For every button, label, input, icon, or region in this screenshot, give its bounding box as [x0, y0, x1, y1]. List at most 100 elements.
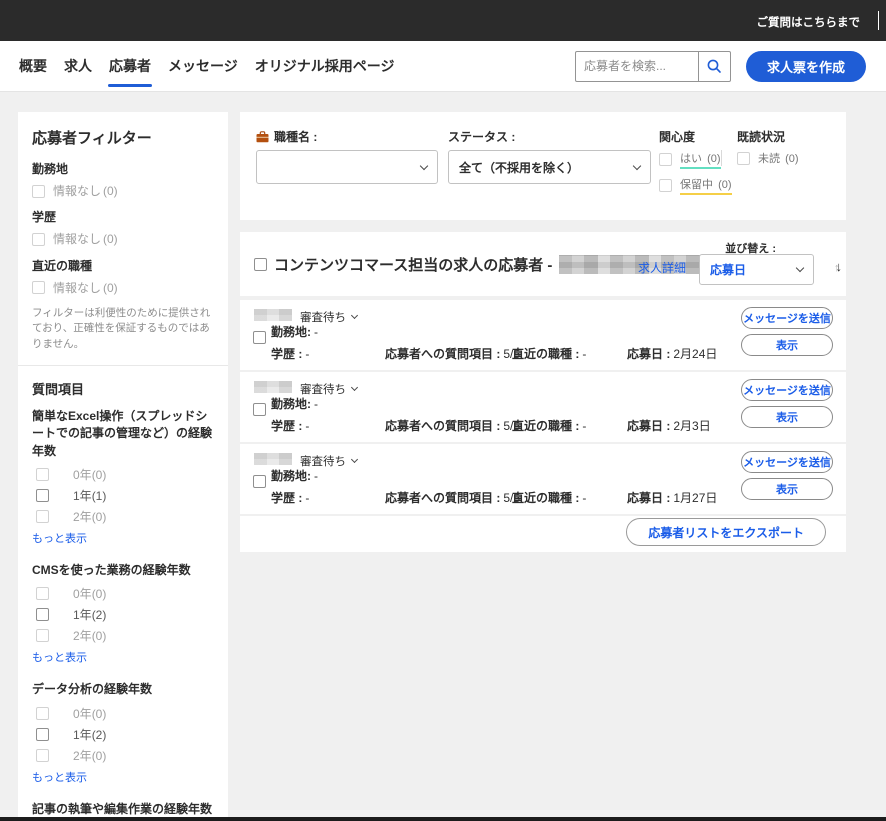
- checkbox[interactable]: [36, 608, 49, 621]
- chevron-down-icon: [420, 161, 428, 169]
- search-button[interactable]: [699, 51, 731, 82]
- sidebar-divider: [18, 365, 228, 366]
- tab-messages[interactable]: メッセージ: [167, 40, 239, 92]
- job-title-select[interactable]: [256, 150, 438, 184]
- field-recent-job: 直近の職種 :-: [512, 417, 586, 434]
- checkbox[interactable]: [659, 153, 672, 166]
- question-option[interactable]: 2年(0): [36, 627, 214, 644]
- field-location: 勤務地:-: [271, 395, 318, 412]
- question-option[interactable]: 0年(0): [36, 705, 214, 722]
- job-header-card: コンテンツコマース担当の求人の応募者 - 求人詳細 並び替え : 応募日 ↑↓: [240, 232, 846, 296]
- field-apply-date: 応募日 :2月24日: [627, 345, 717, 362]
- field-education: 学歴 :-: [271, 345, 309, 362]
- row-actions: メッセージを送信 表示: [741, 451, 833, 500]
- show-more-link[interactable]: もっと表示: [32, 649, 87, 665]
- field-location: 勤務地:-: [271, 467, 318, 484]
- applicant-row: 審査待ち 勤務地:- 学歴 :- 応募者への質問項目 :5/5 直近の職種 :-…: [240, 444, 846, 516]
- tab-career-page[interactable]: オリジナル採用ページ: [254, 40, 396, 92]
- page: ご質問はこちらまで 概要 求人 応募者 メッセージ オリジナル採用ページ 求人票…: [0, 0, 886, 821]
- checkbox[interactable]: [32, 233, 45, 246]
- sort-direction-icon[interactable]: ↑↓: [834, 259, 838, 274]
- redacted-applicant-name: [254, 309, 292, 321]
- sort-select-value: 応募日: [710, 261, 746, 278]
- filter-disclaimer: フィルターは利便性のために提供されており、正確性を保証するものではありません。: [32, 306, 214, 352]
- question-option[interactable]: 1年(1): [36, 487, 214, 504]
- field-apply-date: 応募日 :2月3日: [627, 417, 711, 434]
- view-button[interactable]: 表示: [741, 406, 833, 428]
- applicant-checkbox[interactable]: [253, 475, 266, 488]
- checkbox[interactable]: [36, 728, 49, 741]
- status-filter-label: ステータス :: [448, 128, 515, 145]
- field-recent-job: 直近の職種 :-: [512, 345, 586, 362]
- view-button[interactable]: 表示: [741, 334, 833, 356]
- interest-filter-label: 関心度: [659, 128, 695, 145]
- create-job-button[interactable]: 求人票を作成: [746, 51, 866, 82]
- export-applicants-button[interactable]: 応募者リストをエクスポート: [626, 518, 826, 546]
- question-option[interactable]: 2年(0): [36, 747, 214, 764]
- applicant-list: 審査待ち 勤務地:- 学歴 :- 応募者への質問項目 :5/5 直近の職種 :-…: [240, 300, 846, 552]
- checkbox[interactable]: [32, 281, 45, 294]
- question-option[interactable]: 2年(0): [36, 508, 214, 525]
- field-education: 学歴 :-: [271, 417, 309, 434]
- view-button[interactable]: 表示: [741, 478, 833, 500]
- show-more-link[interactable]: もっと表示: [32, 530, 87, 546]
- filter-option-location-none[interactable]: 情報なし(0): [32, 184, 214, 198]
- applicant-row: 審査待ち 勤務地:- 学歴 :- 応募者への質問項目 :5/5 直近の職種 :-…: [240, 300, 846, 372]
- select-all-checkbox[interactable]: [254, 258, 267, 271]
- job-detail-link[interactable]: 求人詳細: [638, 259, 686, 276]
- field-questions: 応募者への質問項目 :5/5: [385, 489, 520, 506]
- question-option[interactable]: 1年(2): [36, 606, 214, 623]
- question-label: CMSを使った業務の経験年数: [32, 562, 214, 579]
- checkbox[interactable]: [36, 749, 49, 762]
- read-status-filter-label: 既読状況: [737, 128, 785, 145]
- tab-jobs[interactable]: 求人: [63, 40, 93, 92]
- help-contact-link[interactable]: ご質問はこちらまで: [757, 14, 861, 30]
- chevron-down-icon: [351, 312, 358, 319]
- sidebar-title: 応募者フィルター: [32, 127, 214, 148]
- checkbox[interactable]: [36, 468, 49, 481]
- read-option-unread[interactable]: 未読 (0): [737, 150, 799, 166]
- send-message-button[interactable]: メッセージを送信: [741, 379, 833, 401]
- chevron-down-icon: [633, 161, 641, 169]
- checkbox[interactable]: [36, 707, 49, 720]
- question-option[interactable]: 0年(0): [36, 466, 214, 483]
- checkbox[interactable]: [36, 489, 49, 502]
- topbar-divider: [878, 11, 879, 30]
- sort-select[interactable]: 応募日: [699, 254, 814, 285]
- question-label: 記事の執筆や編集作業の経験年数: [32, 801, 214, 818]
- field-location: 勤務地:-: [271, 323, 318, 340]
- interest-option-yes[interactable]: はい (0): [659, 150, 721, 169]
- question-block: CMSを使った業務の経験年数 0年(0) 1年(2) 2年(0) もっと表示: [32, 562, 214, 671]
- field-apply-date: 応募日 :1月27日: [627, 489, 717, 506]
- list-footer: 応募者リストをエクスポート: [240, 516, 846, 552]
- checkbox[interactable]: [737, 152, 750, 165]
- applicant-checkbox[interactable]: [253, 403, 266, 416]
- job-title-filter-label: 職種名 :: [256, 128, 317, 145]
- header-actions: 求人票を作成: [575, 41, 866, 91]
- show-more-link[interactable]: もっと表示: [32, 769, 87, 785]
- checkbox[interactable]: [36, 587, 49, 600]
- filter-option-education-none[interactable]: 情報なし(0): [32, 232, 214, 246]
- question-option[interactable]: 0年(0): [36, 585, 214, 602]
- briefcase-icon: [256, 131, 269, 143]
- send-message-button[interactable]: メッセージを送信: [741, 451, 833, 473]
- checkbox[interactable]: [659, 179, 672, 192]
- question-option[interactable]: 1年(2): [36, 726, 214, 743]
- applicant-checkbox[interactable]: [253, 331, 266, 344]
- field-recent-job: 直近の職種 :-: [512, 489, 586, 506]
- checkbox[interactable]: [36, 629, 49, 642]
- tab-overview[interactable]: 概要: [18, 40, 48, 92]
- send-message-button[interactable]: メッセージを送信: [741, 307, 833, 329]
- field-questions: 応募者への質問項目 :5/5: [385, 417, 520, 434]
- checkbox[interactable]: [32, 185, 45, 198]
- filter-option-recent-job-none[interactable]: 情報なし(0): [32, 281, 214, 295]
- search-input[interactable]: [575, 51, 699, 82]
- bottom-strip: [0, 817, 886, 821]
- row-actions: メッセージを送信 表示: [741, 307, 833, 356]
- interest-option-hold[interactable]: 保留中 (0): [659, 176, 732, 195]
- status-select[interactable]: 全て（不採用を除く）: [448, 150, 651, 184]
- tab-applicants[interactable]: 応募者: [108, 40, 152, 92]
- question-block: 簡単なExcel操作（スプレッドシートでの記事の管理など）の経験年数 0年(0)…: [32, 408, 214, 552]
- checkbox[interactable]: [36, 510, 49, 523]
- main-header: 概要 求人 応募者 メッセージ オリジナル採用ページ 求人票を作成: [0, 41, 886, 92]
